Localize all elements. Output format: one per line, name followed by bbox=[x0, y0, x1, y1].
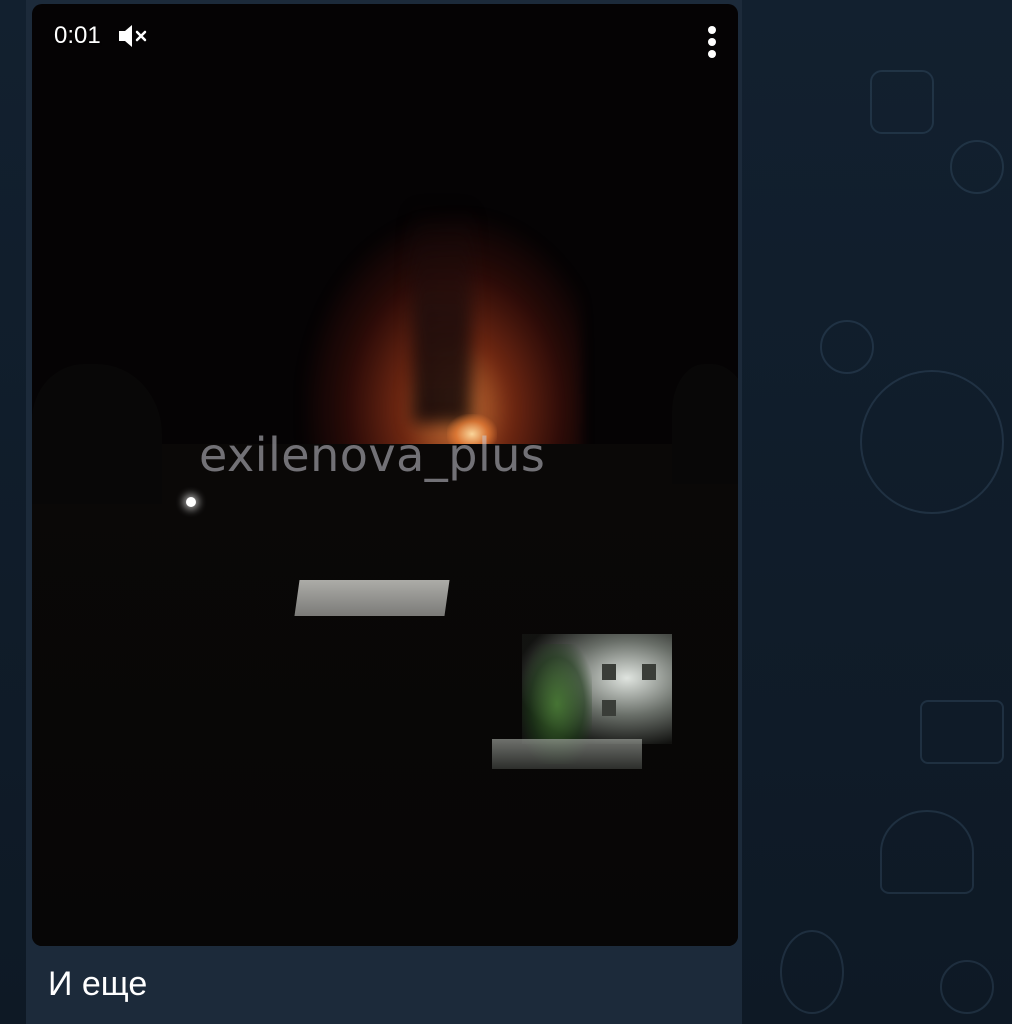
window bbox=[642, 664, 656, 680]
tree-silhouette-left bbox=[32, 364, 162, 504]
apple-doodle-icon bbox=[820, 320, 874, 374]
video-watermark: exilenova_plus bbox=[199, 428, 546, 482]
mug-doodle-icon bbox=[870, 70, 934, 134]
box-doodle-icon bbox=[920, 700, 1004, 764]
menu-dot bbox=[708, 38, 716, 46]
spiral-doodle-icon bbox=[940, 960, 994, 1014]
street-light bbox=[186, 497, 196, 507]
wall bbox=[492, 739, 642, 769]
more-vertical-icon[interactable] bbox=[700, 24, 724, 64]
leaf-doodle-icon bbox=[780, 930, 844, 1014]
window bbox=[602, 700, 616, 716]
menu-dot bbox=[708, 50, 716, 58]
smoke-plume bbox=[412, 204, 472, 424]
window bbox=[602, 664, 616, 680]
speaker-muted-icon[interactable] bbox=[116, 22, 150, 50]
video-player[interactable]: exilenova_plus 0:01 bbox=[32, 4, 738, 946]
balloon-doodle-icon bbox=[860, 370, 1004, 514]
tree-silhouette-right bbox=[672, 364, 738, 484]
video-time: 0:01 bbox=[54, 22, 101, 49]
strawberry-doodle-icon bbox=[950, 140, 1004, 194]
menu-dot bbox=[708, 26, 716, 34]
message-caption: И еще bbox=[48, 965, 148, 1003]
pizza-doodle-icon bbox=[880, 810, 974, 894]
roof bbox=[294, 580, 450, 616]
